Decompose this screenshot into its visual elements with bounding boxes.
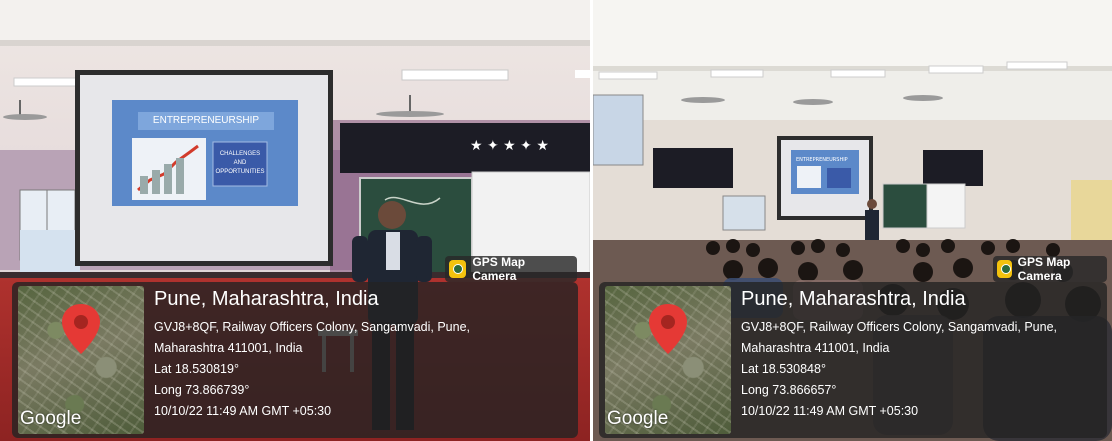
- address-line-1: GVJ8+8QF, Railway Officers Colony, Sanga…: [154, 320, 471, 334]
- latitude: Lat 18.530848°: [741, 362, 826, 376]
- gps-badge-label: GPS Map Camera: [1017, 255, 1071, 283]
- latitude: Lat 18.530819°: [154, 362, 239, 376]
- longitude: Long 73.866739°: [154, 383, 250, 397]
- location-city: Pune, Maharashtra, India: [741, 288, 966, 310]
- slide-title-small: ENTREPRENEURSHIP: [796, 157, 848, 163]
- location-text: Pune, Maharashtra, India GVJ8+8QF, Railw…: [154, 288, 470, 422]
- google-logo: Google: [20, 408, 82, 429]
- address-line-2: Maharashtra 411001, India: [741, 341, 890, 355]
- photo-seminar-audience: ENTREPRENEURSHIP GPS Map Camera Google P…: [593, 0, 1112, 441]
- camera-app-icon: [997, 260, 1012, 278]
- address-line-2: Maharashtra 411001, India: [154, 341, 303, 355]
- gps-badge-label: GPS Map Camera: [472, 255, 526, 283]
- location-pin-icon: [62, 304, 100, 354]
- location-info-panel: Google Pune, Maharashtra, India GVJ8+8QF…: [12, 282, 578, 438]
- gps-map-camera-badge: GPS Map Camera: [993, 255, 1107, 283]
- gps-map-camera-badge: GPS Map Camera: [445, 255, 577, 283]
- slide-title: ENTREPRENEURSHIP: [152, 115, 260, 126]
- address-line-1: GVJ8+8QF, Railway Officers Colony, Sanga…: [741, 320, 1058, 334]
- longitude: Long 73.866657°: [741, 383, 837, 397]
- svg-text:★ ✦ ★ ✦ ★: ★ ✦ ★ ✦ ★: [470, 138, 549, 154]
- location-city: Pune, Maharashtra, India: [154, 288, 379, 310]
- location-pin-icon: [649, 304, 687, 354]
- map-thumbnail: Google: [605, 286, 731, 434]
- slide-subtitle: CHALLENGES AND OPPORTUNITIES: [215, 151, 265, 175]
- location-text: Pune, Maharashtra, India GVJ8+8QF, Railw…: [741, 288, 1057, 422]
- location-info-panel: Google Pune, Maharashtra, India GVJ8+8QF…: [599, 282, 1107, 438]
- photo-seminar-speaker: ★ ✦ ★ ✦ ★ GPS Map Camera Google Pune, Ma…: [0, 0, 590, 441]
- map-thumbnail: Google: [18, 286, 144, 434]
- camera-app-icon: [449, 260, 467, 278]
- timestamp: 10/10/22 11:49 AM GMT +05:30: [154, 404, 332, 418]
- google-logo: Google: [607, 408, 669, 429]
- timestamp: 10/10/22 11:49 AM GMT +05:30: [741, 404, 919, 418]
